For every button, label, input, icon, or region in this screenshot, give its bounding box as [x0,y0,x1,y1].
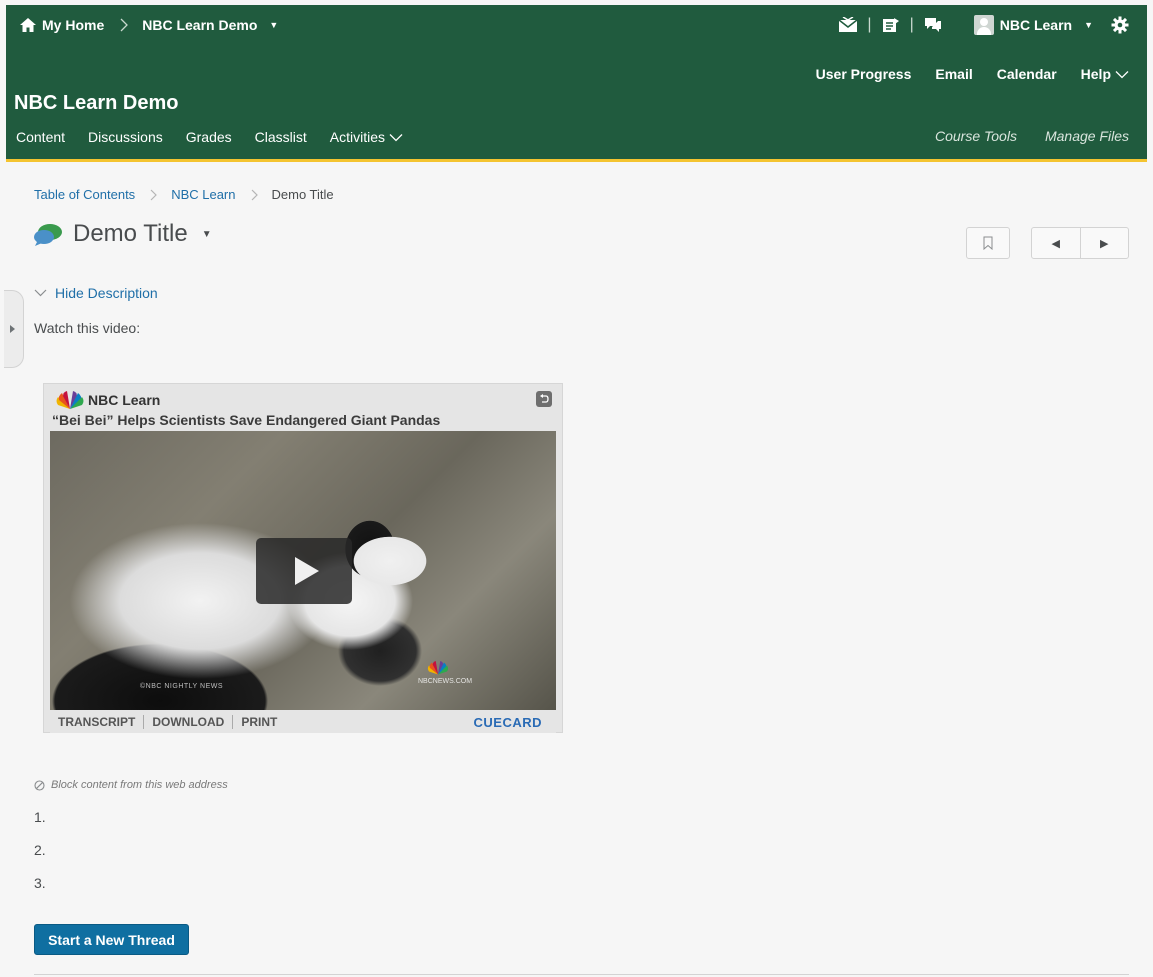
nav-activities[interactable]: Activities [330,129,403,145]
breadcrumb-chevron-icon [251,189,258,200]
message-alerts-icon[interactable] [837,14,859,36]
my-home-link[interactable]: My Home [20,17,104,33]
my-home-label: My Home [42,17,105,33]
block-content-label: Block content from this web address [51,779,228,791]
nbc-peacock-logo-icon [427,661,449,675]
breadcrumb: Table of Contents NBC Learn Demo Title [34,187,334,202]
course-navbar: Content Discussions Grades Classlist Act… [16,129,403,145]
bookmark-button[interactable] [966,227,1010,259]
minibar-divider: | [909,16,914,33]
chevron-down-icon [1115,70,1129,78]
course-title[interactable]: NBC Learn Demo [14,92,178,115]
breadcrumb-nbc-learn[interactable]: NBC Learn [171,187,235,202]
topic-actions-caret-icon[interactable]: ▼ [202,229,212,240]
nav-discussions[interactable]: Discussions [88,129,163,145]
section-divider [34,974,1129,975]
video-watermark-right: NBCNEWS.COM [418,661,473,685]
topic-navigation: ◀ ▶ [1031,227,1129,259]
course-selector[interactable]: NBC Learn Demo ▼ [142,17,278,33]
list-number: 1. [34,809,46,825]
discussion-topic-icon [34,224,62,246]
watermark-text: NBCNEWS.COM [418,678,473,685]
settings-gear-icon[interactable] [1109,14,1131,36]
description-text: Watch this video: [34,320,141,336]
bookmark-icon [983,236,993,250]
manage-files-link[interactable]: Manage Files [1045,128,1129,144]
video-brand: NBC Learn [88,392,161,408]
video-watermark-left: ©NBC NIGHTLY NEWS [140,683,224,690]
help-label: Help [1080,66,1111,82]
cuecard-logo: CUECARD [473,714,542,730]
minibar: My Home NBC Learn Demo ▼ | | NBC Learn ▼ [6,5,1147,45]
utility-links: User Progress Email Calendar Help [816,66,1129,82]
nav-grades[interactable]: Grades [186,129,232,145]
previous-topic-button[interactable]: ◀ [1032,228,1081,258]
minibar-divider: | [867,16,872,33]
user-avatar [973,15,994,35]
print-link[interactable]: PRINT [233,715,285,729]
breadcrumb-chevron-icon [150,189,158,200]
topic-title-row: Demo Title ▼ [33,220,212,248]
next-arrow-icon: ▶ [1100,237,1109,250]
play-button[interactable] [256,538,352,604]
page-title: Demo Title [73,220,188,247]
caret-down-icon: ▼ [1084,20,1093,30]
start-new-thread-button[interactable]: Start a New Thread [34,924,189,955]
nav-activities-label: Activities [329,129,386,145]
list-number: 3. [34,875,46,891]
next-topic-button[interactable]: ▶ [1081,228,1129,258]
breadcrumb-chevron-icon [120,18,129,32]
video-footer: TRANSCRIPT DOWNLOAD PRINT CUECARD [50,711,556,733]
video-card: NBC Learn “Bei Bei” Helps Scientists Sav… [43,383,563,733]
block-content-link[interactable]: Block content from this web address [34,779,228,791]
hide-description-label: Hide Description [55,285,158,301]
home-icon [20,18,36,32]
list-number: 2. [34,842,46,858]
transcript-link[interactable]: TRANSCRIPT [50,715,143,729]
hide-description-toggle[interactable]: Hide Description [34,285,158,301]
caret-down-icon: ▼ [269,20,279,30]
user-name: NBC Learn [999,17,1073,33]
user-progress-link[interactable]: User Progress [816,66,912,82]
previous-arrow-icon: ◀ [1051,237,1060,250]
side-panel-toggle[interactable] [4,290,24,368]
chevron-down-icon [34,289,47,297]
help-menu[interactable]: Help [1081,66,1129,82]
video-player[interactable]: ©NBC NIGHTLY NEWS NBCNEWS.COM [50,431,556,710]
course-selector-label: NBC Learn Demo [142,17,258,33]
breadcrumb-current: Demo Title [271,187,334,202]
header-accent-strip [6,159,1147,162]
expand-arrow-icon [10,325,15,333]
return-icon[interactable] [536,391,552,407]
course-tools: Course Tools Manage Files [935,128,1129,144]
chevron-down-icon [389,133,403,141]
calendar-link[interactable]: Calendar [997,66,1057,82]
video-title: “Bei Bei” Helps Scientists Save Endanger… [52,412,441,428]
play-icon [295,557,319,585]
update-alerts-icon[interactable] [880,14,902,36]
nbc-peacock-logo-icon [56,391,84,409]
nav-classlist[interactable]: Classlist [255,129,307,145]
email-link[interactable]: Email [935,66,972,82]
download-link[interactable]: DOWNLOAD [144,715,232,729]
breadcrumb-table-of-contents[interactable]: Table of Contents [34,187,135,202]
subscription-alerts-icon[interactable] [922,14,944,36]
block-icon [34,779,45,791]
course-tools-link[interactable]: Course Tools [935,128,1017,144]
course-header: User Progress Email Calendar Help NBC Le… [6,45,1147,159]
nav-content[interactable]: Content [16,129,65,145]
user-menu[interactable]: NBC Learn ▼ [973,15,1093,35]
